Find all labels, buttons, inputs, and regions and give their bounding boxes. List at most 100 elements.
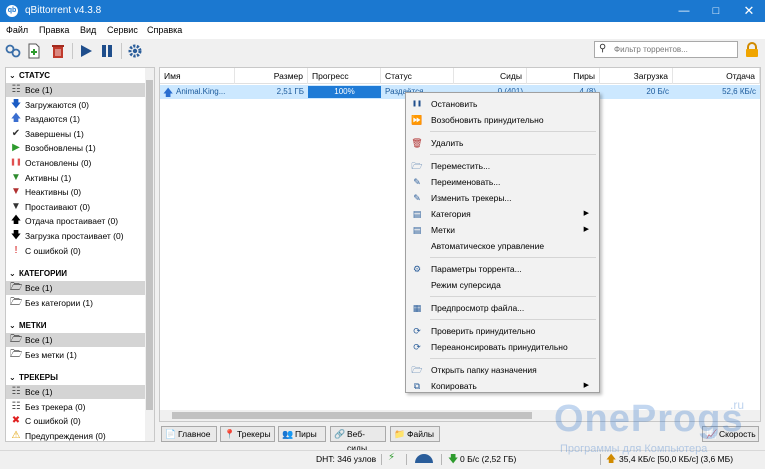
context-menu-item[interactable]: ✎ Изменить трекеры...: [406, 190, 599, 206]
context-menu-item[interactable]: 🗁 Переместить...: [406, 158, 599, 174]
status-filter-item[interactable]: 🡇 Загрузка простаивает (0): [6, 229, 145, 243]
tracker-filter-item[interactable]: ☷ Все (1): [6, 385, 145, 399]
context-menu-item[interactable]: Автоматическое управление: [406, 238, 599, 254]
resume-icon[interactable]: [78, 43, 94, 59]
tab-webseeds[interactable]: 🔗 Веб-сиды: [330, 426, 386, 453]
add-torrent-file-icon[interactable]: [26, 43, 42, 59]
status-filter-item[interactable]: ▶ Возобновлены (1): [6, 141, 145, 155]
close-icon[interactable]: ✕: [733, 0, 765, 22]
column-header-upload[interactable]: Отдача: [673, 68, 760, 84]
torrent-filter-input[interactable]: ⚲ Фильтр торрентов...: [594, 41, 738, 58]
context-menu-item[interactable]: ⧉ Копировать ▶: [406, 378, 599, 394]
upload-speed[interactable]: 35,4 КБ/с [50,0 КБ/с] (3,6 МБ): [619, 454, 733, 464]
delete-icon[interactable]: [50, 43, 66, 59]
toolbar-separator: [121, 43, 122, 59]
tab-speed[interactable]: 📈 Скорость: [702, 426, 759, 442]
add-torrent-link-icon[interactable]: [5, 43, 21, 59]
column-header-peers[interactable]: Пиры: [527, 68, 600, 84]
status-filter-item[interactable]: ▼ Простаивают (0): [6, 200, 145, 214]
status-filter-item[interactable]: 🡅 Отдача простаивает (0): [6, 214, 145, 228]
options-gear-icon[interactable]: [127, 43, 143, 59]
error-circle-icon: ✖: [11, 415, 21, 427]
context-menu-item[interactable]: 🗁 Открыть папку назначения: [406, 362, 599, 378]
table-header: Имя Размер Прогресс Статус Сиды Пиры Заг…: [160, 68, 760, 84]
status-section-title[interactable]: ⌄ СТАТУС: [9, 71, 50, 80]
menu-separator: [430, 154, 596, 155]
trackers-section-title[interactable]: ⌄ ТРЕКЕРЫ: [9, 373, 58, 382]
column-header-download[interactable]: Загрузка: [600, 68, 673, 84]
menu-bar: Файл Правка Вид Сервис Справка: [0, 22, 765, 39]
status-filter-item[interactable]: 🡅 Раздаются (1): [6, 112, 145, 126]
menu-view[interactable]: Вид: [80, 25, 96, 35]
context-menu-item[interactable]: Режим суперсида: [406, 277, 599, 293]
search-icon: ⚲: [599, 43, 607, 54]
status-filter-item[interactable]: ! С ошибкой (0): [6, 244, 145, 258]
categories-section-title[interactable]: ⌄ КАТЕГОРИИ: [9, 269, 67, 278]
context-menu-item[interactable]: ▤ Метки ▶: [406, 222, 599, 238]
sidebar-scrollbar-thumb[interactable]: [146, 80, 153, 410]
lock-icon[interactable]: [745, 42, 759, 60]
minimize-icon[interactable]: —: [668, 0, 700, 22]
recheck-icon: ⟳: [413, 326, 421, 336]
context-menu-item[interactable]: 🗑 Удалить: [406, 135, 599, 151]
tracker-filter-item[interactable]: ⚠ Предупреждения (0): [6, 429, 145, 441]
tag-all[interactable]: 🗁 Все (1): [6, 333, 145, 347]
context-menu-item[interactable]: ▤ Категория ▶: [406, 206, 599, 222]
tab-general[interactable]: 📄 Главное: [161, 426, 217, 442]
menu-edit[interactable]: Правка: [39, 25, 69, 35]
edit-trackers-icon: ✎: [413, 193, 421, 203]
column-header-seeds[interactable]: Сиды: [454, 68, 527, 84]
pause-icon[interactable]: [99, 43, 115, 59]
download-speed[interactable]: 0 Б/с (2,52 ГБ): [460, 454, 516, 464]
tags-section-title[interactable]: ⌄ МЕТКИ: [9, 321, 47, 330]
preview-icon: ▦: [412, 303, 422, 313]
context-menu-item[interactable]: ❚❚ Остановить: [406, 96, 599, 112]
funnel-icon: ▼: [11, 171, 21, 183]
status-filter-item[interactable]: ▼ Неактивны (0): [6, 185, 145, 199]
peers-icon: 👥: [282, 429, 294, 439]
reannounce-icon: ⟳: [413, 342, 421, 352]
status-filter-item[interactable]: 🡇 Загружаются (0): [6, 98, 145, 112]
menu-file[interactable]: Файл: [6, 25, 28, 35]
folder-move-icon: 🗁: [411, 161, 423, 171]
horizontal-scrollbar[interactable]: [160, 410, 760, 421]
filter-placeholder: Фильтр торрентов...: [614, 45, 688, 54]
column-header-status[interactable]: Статус: [381, 68, 454, 84]
context-menu-item[interactable]: ⟳ Переанонсировать принудительно: [406, 339, 599, 355]
tab-peers[interactable]: 👥 Пиры: [278, 426, 326, 442]
context-menu-item[interactable]: ✎ Переименовать...: [406, 174, 599, 190]
horizontal-scrollbar-thumb[interactable]: [172, 412, 532, 419]
maximize-icon[interactable]: □: [700, 0, 732, 22]
context-menu-item[interactable]: ▦ Предпросмотр файла...: [406, 300, 599, 316]
status-filter-item[interactable]: ❚❚ Остановлены (0): [6, 156, 145, 170]
status-filter-item[interactable]: ▼ Активны (1): [6, 171, 145, 185]
column-header-size[interactable]: Размер: [235, 68, 308, 84]
column-header-progress[interactable]: Прогресс: [308, 68, 381, 84]
status-filter-item[interactable]: ✔ Завершены (1): [6, 127, 145, 141]
tag-untagged[interactable]: 🗁 Без метки (1): [6, 348, 145, 362]
tracker-icon: ☷: [11, 386, 21, 397]
folder-open-icon: 🗁: [10, 349, 23, 360]
gear-icon: ⚙: [412, 264, 422, 274]
context-menu-item[interactable]: ⚙ Параметры торрента...: [406, 261, 599, 277]
menu-help[interactable]: Справка: [147, 25, 182, 35]
speed-limit-icon[interactable]: [414, 453, 434, 465]
submenu-arrow-icon: ▶: [583, 382, 589, 389]
context-menu-item[interactable]: ⟳ Проверить принудительно: [406, 323, 599, 339]
tracker-filter-item[interactable]: ☷ Без трекера (0): [6, 400, 145, 414]
context-menu-item[interactable]: ⏩ Возобновить принудительно: [406, 112, 599, 128]
window-title: qBittorrent v4.3.8: [25, 5, 102, 16]
status-filter-item[interactable]: ☷ Все (1): [6, 83, 145, 97]
tags-icon: ▤: [412, 225, 422, 235]
menu-separator: [430, 257, 596, 258]
connection-status-icon[interactable]: ⚡: [388, 452, 395, 463]
category-all[interactable]: 🗁 Все (1): [6, 281, 145, 295]
tab-files[interactable]: 📁 Файлы: [390, 426, 440, 442]
sidebar-scrollbar[interactable]: [145, 68, 154, 441]
tab-trackers[interactable]: 📍 Трекеры: [220, 426, 275, 442]
folder-open-icon: 🗁: [10, 334, 23, 345]
tracker-filter-item[interactable]: ✖ С ошибкой (0): [6, 414, 145, 428]
category-uncategorized[interactable]: 🗁 Без категории (1): [6, 296, 145, 310]
menu-tools[interactable]: Сервис: [107, 25, 138, 35]
column-header-name[interactable]: Имя: [160, 68, 235, 84]
